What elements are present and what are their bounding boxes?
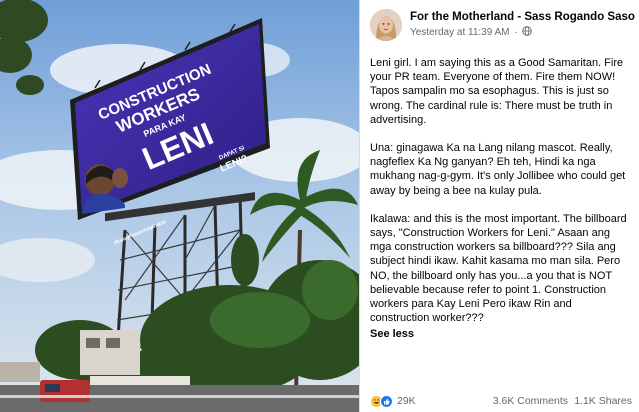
post-footer: 29K 3.6K Comments 1.1K Shares (370, 393, 632, 409)
author-avatar[interactable] (370, 9, 402, 41)
thumbs-up-glyph (384, 398, 390, 405)
avatar-image (370, 9, 402, 41)
post-panel: For the Motherland - Sass Rogando Sasot … (359, 0, 639, 412)
post-timestamp[interactable]: Yesterday at 11:39 AM (410, 27, 510, 38)
comments-count-link[interactable]: 3.6K Comments (493, 393, 568, 409)
billboard-photo: CONSTRUCTION WORKERS PARA KAY LENI DAPAT… (0, 0, 359, 412)
post-meta: Yesterday at 11:39 AM · (410, 26, 533, 39)
post-body: Leni girl. I am saying this as a Good Sa… (370, 56, 632, 342)
post-paragraph: Ikalawa: and this is the most important.… (370, 212, 627, 325)
globe-icon (522, 26, 533, 36)
meta-separator: · (514, 27, 518, 38)
post-paragraph: Una: ginagawa Ka na Lang nilang mascot. … (370, 142, 626, 197)
like-reaction-icon (380, 394, 393, 408)
post-header: For the Motherland - Sass Rogando Sasot … (370, 8, 635, 48)
post-paragraph: Leni girl. I am saying this as a Good Sa… (370, 57, 624, 126)
author-name[interactable]: For the Motherland - Sass Rogando Sasot (410, 10, 635, 24)
reactions-summary[interactable]: 29K (370, 393, 416, 409)
shares-count-link[interactable]: 1.1K Shares (574, 393, 632, 409)
see-less-link[interactable]: See less (370, 327, 414, 341)
reaction-count: 29K (397, 395, 416, 407)
billboard-photo-scene: CONSTRUCTION WORKERS PARA KAY LENI DAPAT… (0, 0, 359, 412)
